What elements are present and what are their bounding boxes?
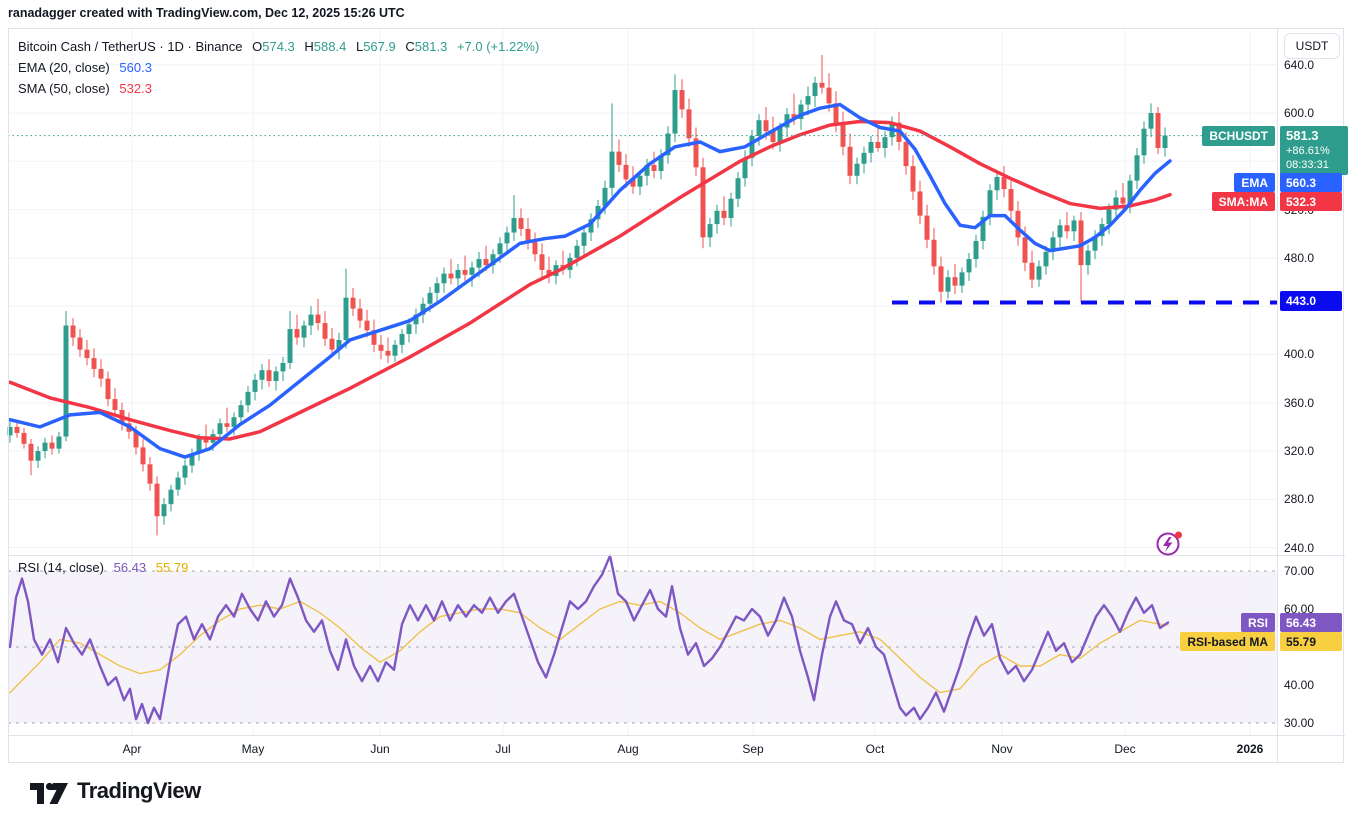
time-axis-label: Jul [495, 742, 510, 756]
sma-price-badge: 532.3 [1280, 192, 1342, 211]
price-scale-separator[interactable] [1277, 28, 1278, 763]
currency-toggle-button[interactable]: USDT [1284, 33, 1340, 59]
chart-legend: Bitcoin Cash / TetherUS · 1D · Binance O… [18, 36, 539, 99]
ema-legend-row[interactable]: EMA (20, close) 560.3 [18, 57, 539, 78]
price-tick-label: 400.0 [1284, 347, 1314, 361]
pane-separator[interactable] [8, 555, 1345, 556]
symbol-title: Bitcoin Cash / TetherUS · 1D · Binance [18, 39, 242, 54]
sma-legend-label: SMA (50, close) [18, 81, 110, 96]
tradingview-logo[interactable]: TradingView [30, 776, 201, 806]
symbol-legend-row[interactable]: Bitcoin Cash / TetherUS · 1D · Binance O… [18, 36, 539, 57]
rsi-ma-value-badge: 55.79 [1280, 632, 1342, 651]
ema-line-label-badge: EMA [1234, 173, 1275, 192]
time-axis-label: Jun [370, 742, 389, 756]
tradingview-logo-text: TradingView [77, 778, 201, 804]
ema-price-badge: 560.3 [1280, 173, 1342, 192]
rsi-ma-legend-value: 55.79 [156, 560, 189, 575]
price-tick-label: 320.0 [1284, 444, 1314, 458]
chart-canvas[interactable] [0, 0, 1353, 823]
tradingview-logo-mark [30, 776, 68, 806]
price-tick-label: 360.0 [1284, 396, 1314, 410]
rsi-tick-label: 70.00 [1284, 564, 1314, 578]
sma-line-label-badge: SMA:MA [1212, 192, 1275, 211]
ema-legend-label: EMA (20, close) [18, 60, 110, 75]
technicals-lightning-icon[interactable] [1153, 528, 1185, 565]
time-axis-separator [8, 735, 1345, 736]
time-axis-label: Nov [991, 742, 1012, 756]
rsi-ma-line-label-badge: RSI-based MA [1180, 632, 1275, 651]
time-axis-label: Sep [742, 742, 763, 756]
rsi-value-badge: 56.43 [1280, 613, 1342, 632]
rsi-legend-label: RSI (14, close) [18, 560, 104, 575]
time-axis-label: 2026 [1237, 742, 1264, 756]
notification-dot [1175, 532, 1182, 539]
ohlc-low-value: 567.9 [363, 39, 396, 54]
ohlc-close-value: 581.3 [415, 39, 448, 54]
sma-legend-row[interactable]: SMA (50, close) 532.3 [18, 78, 539, 99]
ohlc-high-label: H [304, 39, 313, 54]
ohlc-high-value: 588.4 [314, 39, 347, 54]
rsi-line-label-badge: RSI [1241, 613, 1275, 632]
ema-legend-value: 560.3 [119, 60, 152, 75]
symbol-price-value: 581.3 [1286, 128, 1348, 144]
ohlc-open-label: O [252, 39, 262, 54]
attribution-text: ranadagger created with TradingView.com,… [8, 6, 405, 20]
price-tick-label: 280.0 [1284, 492, 1314, 506]
price-tick-label: 480.0 [1284, 251, 1314, 265]
symbol-change-pct: +86.61% [1286, 144, 1348, 158]
time-axis-label: May [242, 742, 265, 756]
time-axis-label: Oct [866, 742, 885, 756]
ohlc-close-label: C [405, 39, 414, 54]
time-axis-label: Aug [617, 742, 638, 756]
rsi-tick-label: 30.00 [1284, 716, 1314, 730]
rsi-legend-row[interactable]: RSI (14, close) 56.43 55.79 [18, 560, 188, 575]
price-tick-label: 640.0 [1284, 58, 1314, 72]
price-tick-label: 240.0 [1284, 541, 1314, 555]
lightning-bolt-glyph [1163, 537, 1173, 552]
symbol-line-label-badge: BCHUSDT [1202, 126, 1275, 146]
rsi-tick-label: 40.00 [1284, 678, 1314, 692]
ohlc-change: +7.0 (+1.22%) [457, 39, 539, 54]
symbol-price-badge: 581.3 +86.61% 08:33:31 [1280, 126, 1348, 175]
rsi-legend-value: 56.43 [114, 560, 147, 575]
support-level-badge: 443.0 [1280, 291, 1342, 311]
sma-legend-value: 532.3 [119, 81, 152, 96]
price-tick-label: 600.0 [1284, 106, 1314, 120]
symbol-countdown: 08:33:31 [1286, 158, 1348, 172]
time-axis-label: Dec [1114, 742, 1135, 756]
ohlc-open-value: 574.3 [262, 39, 295, 54]
time-axis-label: Apr [123, 742, 142, 756]
